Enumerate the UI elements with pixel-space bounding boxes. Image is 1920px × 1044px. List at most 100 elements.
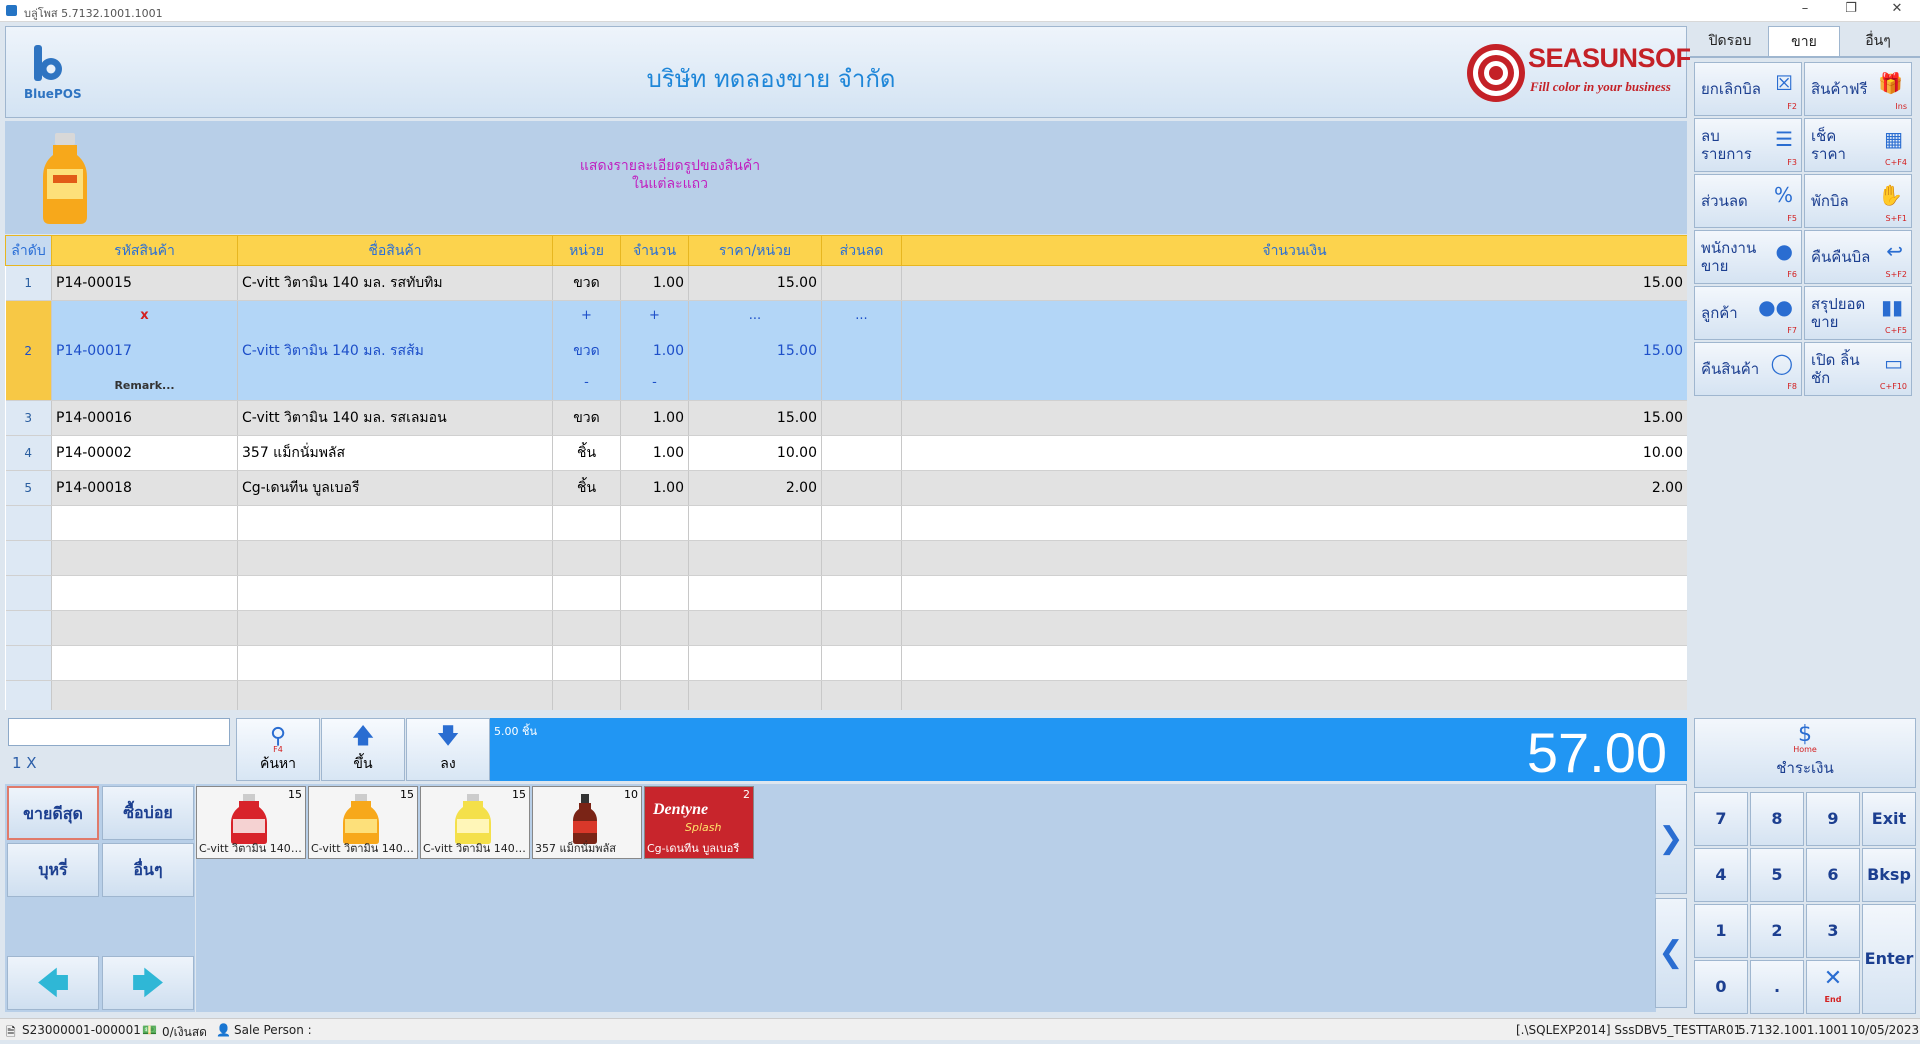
cancel-bill-icon: ☒ [1775, 71, 1793, 95]
category-frequent[interactable]: ซื้อบ่อย [102, 786, 194, 840]
row-amount: 10.00 [901, 435, 1687, 471]
key-dot[interactable]: . [1750, 960, 1804, 1014]
pay-button[interactable]: $ Home ชำระเงิน [1694, 718, 1916, 788]
col-amount[interactable]: จำนวนเงิน [901, 235, 1687, 266]
empty-row [5, 575, 1687, 611]
key-5[interactable]: 5 [1750, 848, 1804, 902]
close-window-button[interactable]: ✕ [1874, 1, 1920, 21]
key-1[interactable]: 1 [1694, 904, 1748, 958]
end-key[interactable]: ✕ End [1806, 960, 1860, 1014]
salesperson-label: พนักงาน ขาย [1701, 239, 1757, 275]
exit-key[interactable]: Exit [1862, 792, 1916, 846]
tab-other[interactable]: อื่นๆ [1842, 26, 1914, 56]
enter-key[interactable]: Enter [1862, 904, 1916, 1014]
tab-close-shift[interactable]: ปิดรอบ [1694, 26, 1766, 56]
col-code[interactable]: รหัสสินค้า [51, 235, 238, 266]
tab-divider [1690, 56, 1920, 58]
key-8[interactable]: 8 [1750, 792, 1804, 846]
delete-item-button[interactable]: ลบ รายการ ☰ F3 [1694, 118, 1802, 172]
check-price-button[interactable]: เช็ค ราคา ▦ C+F4 [1804, 118, 1912, 172]
shortcut: C+F5 [1885, 326, 1907, 335]
shortcut: F7 [1787, 326, 1797, 335]
col-price[interactable]: ราคา/หน่วย [688, 235, 822, 266]
table-row[interactable]: 4 P14-00002 357 แม็กนั่มพลัส ชิ้น 1.00 1… [5, 435, 1687, 471]
arrow-right-icon: 🡆 [131, 964, 165, 1002]
shortcut: C+F4 [1885, 158, 1907, 167]
key-2[interactable]: 2 [1750, 904, 1804, 958]
delete-row-button[interactable]: x [52, 309, 237, 323]
salesperson-button[interactable]: พนักงาน ขาย ● F6 [1694, 230, 1802, 284]
category-cigarette[interactable]: บุหรี่ [7, 843, 99, 897]
key-4[interactable]: 4 [1694, 848, 1748, 902]
row-unit: ขวด [552, 265, 621, 301]
table-row[interactable]: 5 P14-00018 Cg-เดนทีน บูลเบอรี ชิ้น 1.00… [5, 470, 1687, 506]
cash-status: 0/เงินสด [162, 1025, 207, 1039]
cancel-bill-button[interactable]: ยกเลิกบิล ☒ F2 [1694, 62, 1802, 116]
customer-label: ลูกค้า [1701, 304, 1738, 322]
col-name[interactable]: ชื่อสินค้า [237, 235, 553, 266]
key-6[interactable]: 6 [1806, 848, 1860, 902]
product-tile[interactable]: 15 C-vitt วิตามิน 140 มล... [196, 786, 306, 859]
minimize-button[interactable]: – [1782, 1, 1828, 21]
company-name: บริษัท ทดลองขาย จำกัด [646, 65, 896, 93]
category-other[interactable]: อื่นๆ [102, 843, 194, 897]
product-next-button[interactable]: ❯ [1655, 784, 1687, 894]
unit-plus-button[interactable]: + [553, 309, 620, 323]
product-prev-button[interactable]: ❮ [1655, 898, 1687, 1008]
free-item-button[interactable]: สินค้าฟรี 🎁 Ins [1804, 62, 1912, 116]
search-button[interactable]: ⚲ F4 ค้นหา [236, 718, 320, 781]
row-price: 15.00 [688, 400, 822, 436]
table-row-selected[interactable]: 2 x P14-00017 Remark... C-vitt วิตามิน 1… [5, 300, 1687, 401]
key-7[interactable]: 7 [1694, 792, 1748, 846]
shortcut: F8 [1787, 382, 1797, 391]
row-discount [821, 265, 902, 301]
sales-summary-button[interactable]: สรุปยอด ขาย ▮▮ C+F5 [1804, 286, 1912, 340]
category-prev-button[interactable]: 🡄 [7, 956, 99, 1010]
recall-bill-button[interactable]: คืนคืนบิล ↩ S+F2 [1804, 230, 1912, 284]
product-tile[interactable]: 2 Dentyne Splash Cg-เดนทีน บูลเบอรี [644, 786, 754, 859]
hold-bill-button[interactable]: พักบิล ✋ S+F1 [1804, 174, 1912, 228]
backspace-key[interactable]: Bksp [1862, 848, 1916, 902]
product-name: C-vitt วิตามิน 140 มล... [199, 842, 303, 855]
table-row[interactable]: 3 P14-00016 C-vitt วิตามิน 140 มล. รสเลม… [5, 400, 1687, 436]
category-best-seller[interactable]: ขายดีสุด [7, 786, 99, 840]
return-goods-button[interactable]: คืนสินค้า ◯ F8 [1694, 342, 1802, 396]
bottle-dark-icon [573, 794, 597, 844]
product-tile[interactable]: 15 C-vitt วิตามิน 140 มล... [420, 786, 530, 859]
row-unit: ชิ้น [552, 470, 621, 506]
product-tile[interactable]: 15 C-vitt วิตามิน 140 มล... [308, 786, 418, 859]
col-unit[interactable]: หน่วย [552, 235, 621, 266]
gift-icon: 🎁 [1878, 71, 1903, 95]
up-button[interactable]: 🡅 ขึ้น [321, 718, 405, 781]
open-drawer-button[interactable]: เปิด ลิ้นชัก ▭ C+F10 [1804, 342, 1912, 396]
col-qty[interactable]: จำนวน [620, 235, 689, 266]
restore-button[interactable]: ❐ [1828, 1, 1874, 21]
qty-minus-button[interactable]: - [621, 376, 688, 390]
shortcut: Ins [1895, 102, 1907, 111]
category-next-button[interactable]: 🡆 [102, 956, 194, 1010]
down-button[interactable]: 🡇 ลง [406, 718, 490, 781]
discount-edit-button[interactable]: ... [822, 309, 901, 323]
check-price-label: เช็ค ราคา [1811, 127, 1846, 163]
key-3[interactable]: 3 [1806, 904, 1860, 958]
price-edit-button[interactable]: ... [689, 309, 821, 323]
barcode-input[interactable] [8, 718, 230, 746]
unit-minus-button[interactable]: - [553, 376, 620, 390]
key-0[interactable]: 0 [1694, 960, 1748, 1014]
empty-row [5, 610, 1687, 646]
arrow-left-icon: 🡄 [36, 964, 70, 1002]
tab-sale[interactable]: ขาย [1768, 26, 1840, 56]
customer-button[interactable]: ลูกค้า ●● F7 [1694, 286, 1802, 340]
col-seq[interactable]: ลำดับ [5, 235, 52, 266]
sale-person: Sale Person : [234, 1023, 312, 1037]
discount-button[interactable]: ส่วนลด% F5 [1694, 174, 1802, 228]
col-discount[interactable]: ส่วนลด [821, 235, 902, 266]
empty-row [5, 645, 1687, 681]
product-tile[interactable]: 10 357 แม็กนั่มพลัส [532, 786, 642, 859]
table-row[interactable]: 1 P14-00015 C-vitt วิตามิน 140 มล. รสทับ… [5, 265, 1687, 301]
qty-plus-button[interactable]: + [621, 309, 688, 323]
product-qty: 2 [743, 788, 750, 801]
row-unit: ขวด [552, 400, 621, 436]
remark-link[interactable]: Remark... [52, 379, 237, 392]
key-9[interactable]: 9 [1806, 792, 1860, 846]
